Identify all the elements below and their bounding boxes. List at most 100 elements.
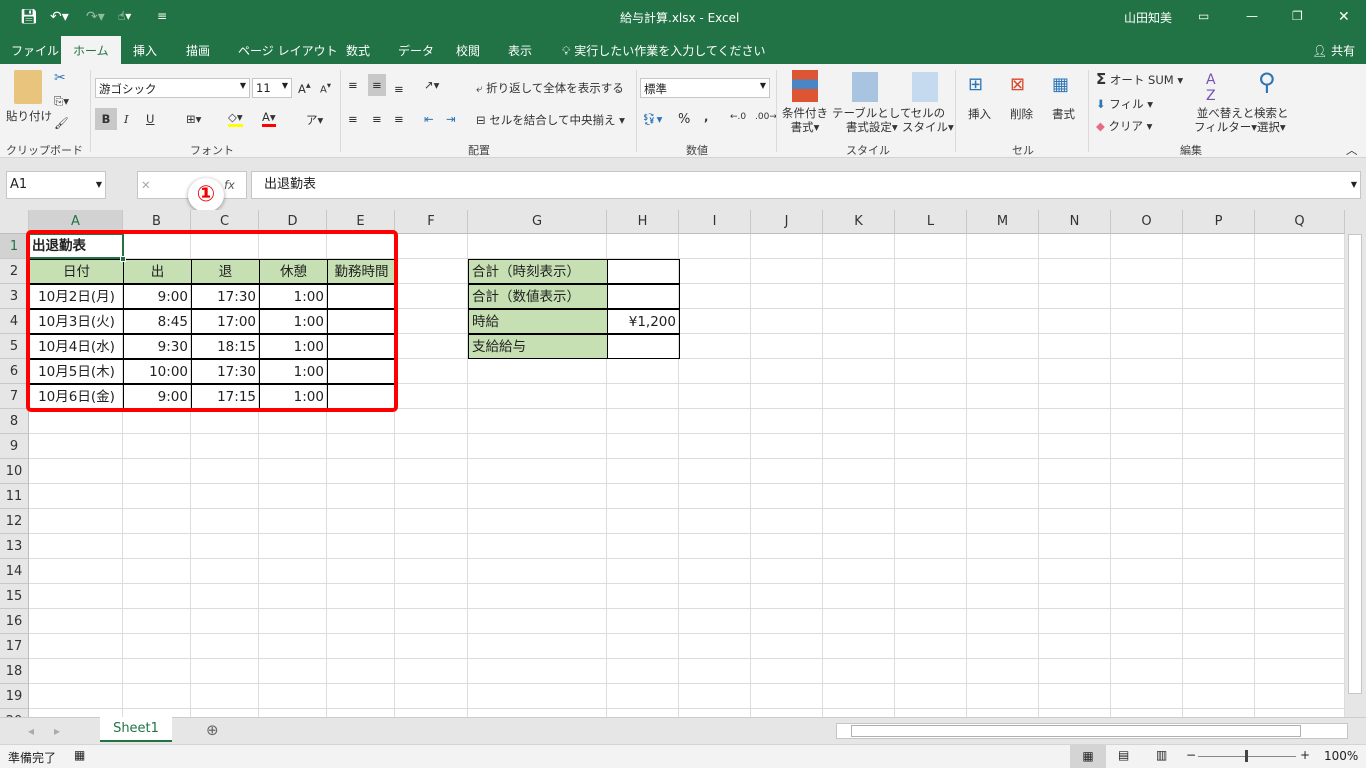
font-name-select[interactable]: 游ゴシック ▼ [95, 78, 250, 98]
row-header-1[interactable]: 1 [0, 234, 29, 259]
ribbon-display-icon[interactable]: ▭ [1198, 9, 1209, 23]
tab-data[interactable]: データ [398, 42, 434, 59]
column-header-L[interactable]: L [895, 210, 967, 234]
close-icon[interactable]: ✕ [1338, 9, 1350, 25]
autosum-button[interactable]: Σ オート SUM ▾ [1096, 70, 1183, 88]
page-layout-view-icon[interactable]: ▤ [1118, 748, 1129, 762]
summary-label[interactable]: 支給給与 [468, 334, 608, 359]
cut-icon[interactable]: ✂ [54, 70, 66, 86]
row-header-5[interactable]: 5 [0, 334, 29, 359]
user-name[interactable]: 山田知美 [1124, 9, 1172, 26]
find-select-button[interactable]: 検索と 選択▾ [1254, 106, 1289, 134]
worksheet-grid[interactable]: A B C D E F G H I J K L M N O P Q 1 2 3 4 5 6 7 8 9 10 11 12 13 14 15 16… [0, 210, 1345, 717]
row-header-14[interactable]: 14 [0, 559, 29, 584]
fill-color-icon[interactable]: ◇▾ [228, 110, 243, 127]
sheet-tab-sheet1[interactable]: Sheet1 [100, 717, 172, 742]
increase-decimal-icon[interactable]: ←.0 [730, 112, 746, 122]
row-header-16[interactable]: 16 [0, 609, 29, 634]
share-button[interactable]: 👤︎ 共有 [1312, 42, 1355, 59]
bold-button[interactable]: B [95, 108, 117, 130]
align-right-icon[interactable]: ≡ [394, 112, 404, 126]
row-header-6[interactable]: 6 [0, 359, 29, 384]
tab-view[interactable]: 表示 [508, 42, 532, 59]
collapse-ribbon-icon[interactable]: ︿ [1346, 142, 1358, 158]
format-painter-icon[interactable]: 🖌︎ [54, 116, 69, 130]
insert-cells-button[interactable]: 挿入 [968, 106, 991, 122]
zoom-out-icon[interactable]: − [1186, 748, 1196, 762]
number-format-select[interactable]: 標準 ▼ [640, 78, 770, 98]
tab-home[interactable]: ホーム [61, 36, 121, 64]
copy-icon[interactable]: ⎘▾ [54, 94, 69, 109]
summary-label[interactable]: 合計（数値表示） [468, 284, 608, 309]
wrap-text-button[interactable]: ⤶ 折り返して全体を表示する [476, 80, 624, 96]
orientation-icon[interactable]: ↗▾ [424, 78, 439, 92]
row-header-15[interactable]: 15 [0, 584, 29, 609]
column-header-O[interactable]: O [1111, 210, 1183, 234]
sort-filter-button[interactable]: 並べ替えと フィルター▾ [1194, 106, 1257, 134]
delete-cells-button[interactable]: 削除 [1010, 106, 1033, 122]
increase-indent-icon[interactable]: ⇥ [446, 112, 456, 126]
row-header-7[interactable]: 7 [0, 384, 29, 409]
comma-button[interactable]: , [704, 110, 708, 124]
customize-qat-icon[interactable]: ≡ [157, 9, 167, 23]
tab-formulas[interactable]: 数式 [346, 42, 370, 59]
row-header-4[interactable]: 4 [0, 309, 29, 334]
merge-center-button[interactable]: ⊟ セルを結合して中央揃え ▾ [476, 112, 625, 128]
conditional-format-button[interactable]: 条件付き 書式▾ [782, 106, 828, 134]
summary-value[interactable] [607, 334, 680, 359]
column-header-Q[interactable]: Q [1255, 210, 1345, 234]
summary-value[interactable] [607, 259, 680, 284]
touch-mode-icon[interactable]: ☝▾ [118, 9, 131, 23]
currency-icon[interactable]: 💱︎▾ [642, 112, 662, 126]
shrink-font-icon[interactable]: A▾ [320, 80, 331, 95]
row-header-10[interactable]: 10 [0, 459, 29, 484]
row-header-3[interactable]: 3 [0, 284, 29, 309]
format-cells-button[interactable]: 書式 [1052, 106, 1075, 122]
insert-function-icon[interactable]: fx [224, 174, 235, 196]
tab-review[interactable]: 校閲 [456, 42, 480, 59]
tab-file[interactable]: ファイル [11, 42, 59, 59]
cancel-icon[interactable]: ✕ [141, 178, 151, 192]
column-header-M[interactable]: M [967, 210, 1039, 234]
align-left-icon[interactable]: ≡ [348, 112, 358, 126]
row-header-19[interactable]: 19 [0, 684, 29, 709]
next-sheet-icon[interactable]: ▸ [54, 724, 60, 738]
summary-label[interactable]: 合計（時刻表示） [468, 259, 608, 284]
tab-insert[interactable]: 挿入 [133, 42, 157, 59]
prev-sheet-icon[interactable]: ◂ [28, 724, 34, 738]
summary-value[interactable]: ¥1,200 [607, 309, 680, 334]
redo-icon[interactable]: ↷▾ [86, 9, 105, 25]
column-header-K[interactable]: K [823, 210, 895, 234]
align-center-icon[interactable]: ≡ [372, 112, 382, 126]
page-break-view-icon[interactable]: ▥ [1156, 748, 1167, 762]
underline-button[interactable]: U [146, 112, 154, 126]
zoom-in-icon[interactable]: + [1300, 748, 1310, 762]
row-header-2[interactable]: 2 [0, 259, 29, 284]
cell-styles-button[interactable]: セルの スタイル▾ [902, 106, 954, 134]
select-all-corner[interactable] [0, 210, 29, 234]
row-header-8[interactable]: 8 [0, 409, 29, 434]
restore-icon[interactable]: ❐ [1292, 9, 1303, 23]
row-header-17[interactable]: 17 [0, 634, 29, 659]
paste-icon[interactable] [14, 70, 42, 104]
column-header-P[interactable]: P [1183, 210, 1255, 234]
align-top-icon[interactable]: ≡ [348, 78, 358, 92]
decrease-decimal-icon[interactable]: .00→ [755, 112, 777, 122]
row-header-13[interactable]: 13 [0, 534, 29, 559]
column-header-H[interactable]: H [607, 210, 679, 234]
new-sheet-icon[interactable]: ⊕ [206, 721, 219, 739]
decrease-indent-icon[interactable]: ⇤ [424, 112, 434, 126]
column-header-N[interactable]: N [1039, 210, 1111, 234]
name-box[interactable]: A1 ▼ [6, 171, 106, 199]
borders-icon[interactable]: ⊞▾ [186, 112, 201, 126]
summary-label[interactable]: 時給 [468, 309, 608, 334]
font-size-select[interactable]: 11 ▼ [252, 78, 292, 98]
align-bottom-icon[interactable]: ≡ [394, 82, 404, 96]
summary-value[interactable] [607, 284, 680, 309]
column-header-G[interactable]: G [468, 210, 607, 234]
zoom-slider[interactable] [1198, 750, 1296, 762]
save-icon[interactable]: 💾︎ [20, 9, 38, 25]
row-header-18[interactable]: 18 [0, 659, 29, 684]
column-header-I[interactable]: I [679, 210, 751, 234]
row-header-12[interactable]: 12 [0, 509, 29, 534]
